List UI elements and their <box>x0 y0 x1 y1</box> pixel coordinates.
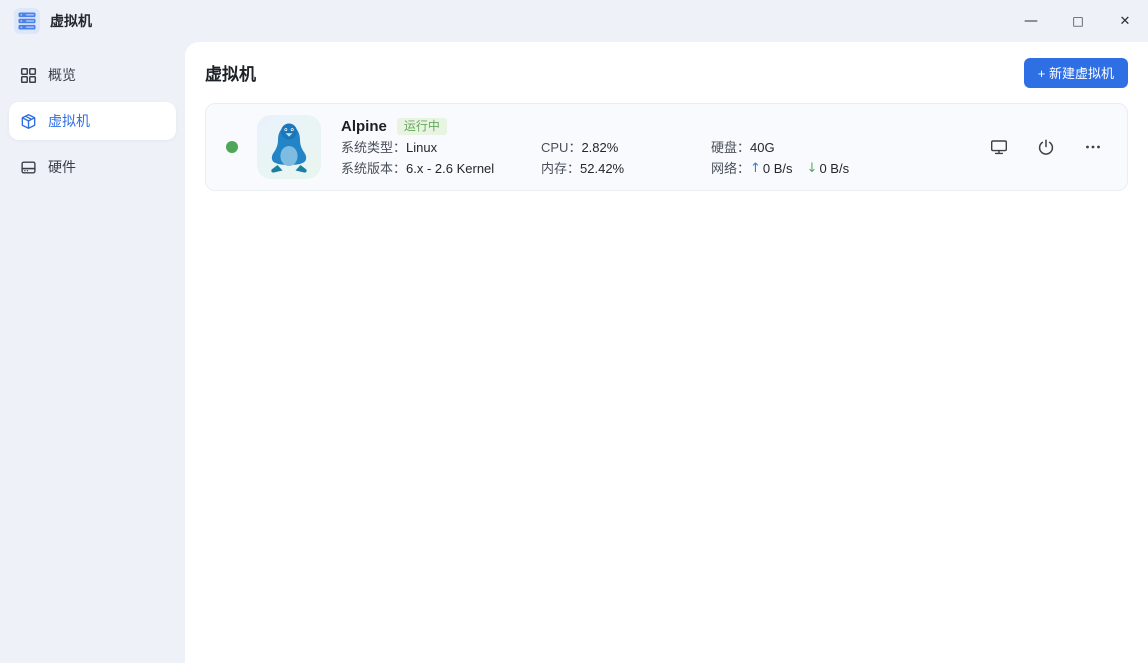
sidebar-item-hardware[interactable]: 硬件 <box>9 148 176 186</box>
linux-penguin-icon <box>257 115 321 179</box>
new-vm-button[interactable]: + 新建虚拟机 <box>1024 58 1128 88</box>
page-title: 虚拟机 <box>205 60 256 85</box>
memory-label: 内存： <box>541 158 580 179</box>
maximize-icon[interactable]: □ <box>1063 6 1093 36</box>
status-badge: 运行中 <box>397 118 447 135</box>
sidebar-item-label: 虚拟机 <box>48 111 90 131</box>
minimize-icon[interactable]: — <box>1016 6 1046 36</box>
console-monitor-icon[interactable] <box>989 137 1009 157</box>
cpu-value: 2.82% <box>581 137 618 158</box>
memory-value: 52.42% <box>580 158 624 179</box>
power-icon[interactable] <box>1036 137 1056 157</box>
main-header: 虚拟机 + 新建虚拟机 <box>205 42 1128 103</box>
network-label: 网络： <box>711 158 750 179</box>
window-controls: — □ ✕ <box>999 6 1140 36</box>
grid-icon <box>20 67 37 84</box>
upload-value: 0 B/s <box>763 158 793 179</box>
more-options-icon[interactable] <box>1083 137 1103 157</box>
sidebar-item-label: 概览 <box>48 65 76 85</box>
os-version-value: 6.x - 2.6 Kernel <box>406 158 494 179</box>
sidebar-item-label: 硬件 <box>48 157 76 177</box>
cube-icon <box>20 113 37 130</box>
os-version-label: 系统版本： <box>341 158 406 179</box>
sidebar: 概览 虚拟机 <box>0 42 185 663</box>
download-arrow-icon: ↓ <box>807 158 818 179</box>
os-type-value: Linux <box>406 137 437 158</box>
close-icon[interactable]: ✕ <box>1110 6 1140 36</box>
app-title: 虚拟机 <box>50 11 92 31</box>
app-logo-server-icon <box>14 8 40 34</box>
app-body: 概览 虚拟机 <box>0 42 1148 663</box>
disk-value: 40G <box>750 137 775 158</box>
disk-label: 硬盘： <box>711 137 750 158</box>
os-type-label: 系统类型： <box>341 137 406 158</box>
vm-info-column: Alpine 运行中 系统类型： Linux 系统版本： 6.x - 2.6 K… <box>341 116 541 179</box>
vm-actions <box>989 137 1103 157</box>
download-value: 0 B/s <box>819 158 849 179</box>
cpu-label: CPU： <box>541 137 581 158</box>
vm-name: Alpine <box>341 116 387 137</box>
app-window: 虚拟机 — □ ✕ 概览 <box>0 0 1148 663</box>
sidebar-item-overview[interactable]: 概览 <box>9 56 176 94</box>
vm-disk-network-column: 硬盘： 40G 网络： ↑ 0 B/s ↓ 0 B/s <box>711 116 941 179</box>
drive-icon <box>20 159 37 176</box>
vm-cpu-memory-column: CPU： 2.82% 内存： 52.42% <box>541 116 711 179</box>
upload-arrow-icon: ↑ <box>750 158 761 179</box>
titlebar: 虚拟机 — □ ✕ <box>0 0 1148 42</box>
status-dot <box>226 141 238 153</box>
sidebar-item-virtual-machines[interactable]: 虚拟机 <box>9 102 176 140</box>
main-panel: 虚拟机 + 新建虚拟机 <box>185 42 1148 663</box>
vm-card[interactable]: Alpine 运行中 系统类型： Linux 系统版本： 6.x - 2.6 K… <box>205 103 1128 191</box>
